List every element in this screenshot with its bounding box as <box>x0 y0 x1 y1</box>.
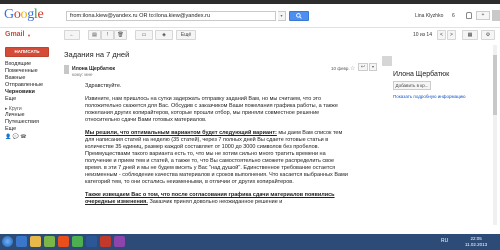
notification-count[interactable]: 6 <box>452 13 455 19</box>
more-label: Ещё <box>180 32 192 38</box>
search-options-dropdown[interactable]: ▾ <box>278 11 286 21</box>
user-name[interactable]: Lina Klyzhko <box>415 13 443 19</box>
person-icon: 👤 <box>5 134 12 140</box>
notifications-icon[interactable] <box>466 12 472 19</box>
message-date: 10 февр. <box>331 66 350 71</box>
paragraph-text: Заказчик принял довольно неожиданное реш… <box>147 199 283 205</box>
message-body: Здравствуйте. Извините, нам пришлось на … <box>85 83 350 212</box>
sidebar-item-sent[interactable]: Отправленные <box>5 82 55 89</box>
sidebar-item-inbox[interactable]: Входящие <box>5 61 55 68</box>
spam-button[interactable]: ! <box>101 30 114 40</box>
back-button[interactable]: ← <box>64 30 80 40</box>
scrollbar-thumb[interactable] <box>493 55 497 115</box>
next-button[interactable]: > <box>447 30 456 40</box>
archive-button[interactable]: ▤ <box>88 30 101 40</box>
chevron-right-icon: > <box>450 32 453 38</box>
prev-button[interactable]: < <box>437 30 446 40</box>
sidebar-item-starred[interactable]: Помеченные <box>5 68 55 75</box>
labels-button[interactable]: ◈ <box>155 30 173 40</box>
chevron-down-icon: ▾ <box>371 64 374 69</box>
header-divider <box>0 27 500 28</box>
trash-icon: 🗑 <box>117 32 124 38</box>
media-icon[interactable] <box>44 236 55 247</box>
circle-item-personal[interactable]: Личные <box>5 112 55 119</box>
search-input[interactable]: from:ilona.kiew@yandex.ru OR to:ilona.ki… <box>66 11 276 21</box>
google-logo[interactable]: Google <box>4 7 44 23</box>
show-details-link[interactable]: Показать подробную информацию <box>393 94 466 99</box>
chat-icon: 💬 <box>12 134 19 140</box>
contact-avatar <box>382 56 392 66</box>
delete-button[interactable]: 🗑 <box>114 30 127 40</box>
circle-item-travel[interactable]: Путешествия <box>5 119 55 126</box>
start-button-icon[interactable] <box>2 236 13 247</box>
app-icon[interactable] <box>100 236 111 247</box>
sidebar-item-drafts[interactable]: Черновики <box>5 89 55 96</box>
chevron-down-icon: ▼ <box>27 33 31 38</box>
archive-icon: ▤ <box>92 32 97 38</box>
greeting: Здравствуйте. <box>85 83 122 89</box>
recipient-line[interactable]: кому: мне <box>72 72 93 77</box>
firefox-icon[interactable] <box>58 236 69 247</box>
chat-bar[interactable]: 👤 💬 ☎ <box>5 134 55 141</box>
folder-icon: ▭ <box>141 32 147 38</box>
pager-count: 10 из 14 <box>413 32 432 38</box>
reply-icon: ↩ <box>360 64 366 70</box>
star-icon[interactable]: ☆ <box>350 65 355 72</box>
tag-icon: ◈ <box>162 32 166 38</box>
back-arrow-icon: ← <box>69 32 75 38</box>
logo-letter: e <box>37 7 44 22</box>
move-to-button[interactable]: ▭ <box>135 30 153 40</box>
clock-date: 11.02.2013 <box>465 242 488 247</box>
search-button[interactable] <box>289 11 309 21</box>
search-icon <box>296 13 302 19</box>
word-icon[interactable] <box>86 236 97 247</box>
sidebar-item-more[interactable]: Еще <box>5 96 55 103</box>
app-icon[interactable] <box>114 236 125 247</box>
spam-icon: ! <box>106 32 109 38</box>
sender-avatar[interactable] <box>64 65 69 74</box>
top-black-bar <box>0 0 500 4</box>
language-button[interactable]: ▦ <box>462 30 478 40</box>
share-button[interactable]: + <box>476 11 490 20</box>
reply-button[interactable]: ↩ <box>358 63 368 71</box>
paragraph: Мы решили, что оптимальным вариантом буд… <box>85 130 350 186</box>
gmail-menu[interactable]: Gmail <box>5 31 24 38</box>
ie-icon[interactable] <box>16 236 27 247</box>
emphasis-text: Мы решили, что оптимальным вариантом буд… <box>85 130 277 136</box>
chevron-left-icon: < <box>440 32 443 38</box>
sidebar: Входящие Помеченные Важные Отправленные … <box>5 61 55 141</box>
message-subject: Задания на 7 дней <box>64 50 130 59</box>
logo-letter: G <box>4 7 14 22</box>
gear-icon: ⚙ <box>485 32 491 38</box>
settings-button[interactable]: ⚙ <box>481 30 495 40</box>
phone-icon: ☎ <box>20 134 27 140</box>
logo-letter: o <box>13 7 21 22</box>
more-button[interactable]: Ещё <box>176 30 196 40</box>
avatar[interactable] <box>492 10 500 21</box>
message-more-button[interactable]: ▾ <box>369 63 377 71</box>
compose-button[interactable]: НАПИСАТЬ <box>5 47 49 57</box>
paragraph: Также извещаем Вас о том, что после согл… <box>85 192 350 206</box>
contact-name[interactable]: Илона Щербатюк <box>393 71 449 78</box>
paragraph: Извините, нам пришлось на сутки задержат… <box>85 96 338 123</box>
folder-icon[interactable] <box>30 236 41 247</box>
paragraph-text: мы даем Вам список тем для написания ста… <box>85 130 348 185</box>
language-indicator[interactable]: RU <box>441 238 448 244</box>
sidebar-item-important[interactable]: Важные <box>5 75 55 82</box>
clock[interactable]: 22:05 11.02.2013 <box>465 236 487 248</box>
add-to-circles-button[interactable]: Добавить в кр... <box>393 81 431 90</box>
chrome-icon[interactable] <box>72 236 83 247</box>
logo-letter: g <box>27 7 34 22</box>
circle-item-more[interactable]: Еще <box>5 126 55 133</box>
